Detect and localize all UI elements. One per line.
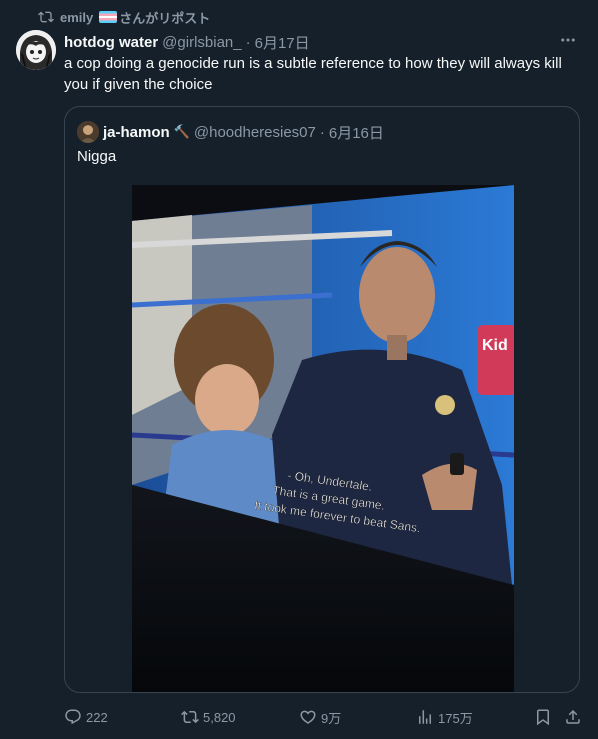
handle[interactable]: @girlsbian_ xyxy=(162,34,241,51)
quote-avatar[interactable] xyxy=(77,121,99,143)
trans-flag-emoji xyxy=(99,11,118,23)
quote-separator: · xyxy=(319,123,325,141)
repost-count: 5,820 xyxy=(203,709,236,725)
reply-button[interactable]: 222 xyxy=(64,705,108,729)
repost-indicator[interactable]: emily さんがリポスト xyxy=(38,9,211,26)
heart-icon xyxy=(300,710,316,724)
more-button[interactable] xyxy=(556,30,580,50)
quote-date[interactable]: 6月16日 xyxy=(329,122,384,143)
like-button[interactable]: 9万 xyxy=(299,705,341,729)
repost-icon xyxy=(181,710,199,724)
quote-header: ja-hamon 🔨 @hoodheresies07 · 6月16日 xyxy=(77,121,384,143)
quote-image[interactable]: Kid - Oh, Undertale. That is a great gam… xyxy=(132,185,514,692)
views-count: 175万 xyxy=(438,710,473,726)
quoted-post[interactable]: ja-hamon 🔨 @hoodheresies07 · 6月16日 Nigga xyxy=(64,106,580,693)
post-date[interactable]: 6月17日 xyxy=(255,32,310,53)
like-count: 9万 xyxy=(321,710,342,726)
action-bar: 222 5,820 9万 175万 xyxy=(64,705,584,729)
display-name[interactable]: hotdog water xyxy=(64,34,158,51)
more-icon xyxy=(561,38,575,42)
post-text: a cop doing a genocide run is a subtle r… xyxy=(64,55,562,93)
views-button[interactable]: 175万 xyxy=(416,705,473,729)
post[interactable]: emily さんがリポスト hotdog water @girlsbian_ ·… xyxy=(0,0,598,739)
repost-button[interactable]: 5,820 xyxy=(181,705,236,729)
quote-display-name[interactable]: ja-hamon xyxy=(103,124,170,141)
share-button[interactable] xyxy=(564,705,582,729)
share-icon xyxy=(566,709,580,724)
reply-count: 222 xyxy=(86,709,108,725)
repost-label: さんがリポスト xyxy=(119,10,211,26)
repost-user[interactable]: emily xyxy=(60,10,93,25)
reply-icon xyxy=(65,709,81,725)
repost-icon xyxy=(38,11,54,23)
bookmark-icon xyxy=(537,709,549,726)
sign-text: Kid xyxy=(482,337,508,354)
quote-handle[interactable]: @hoodheresies07 xyxy=(194,124,316,141)
separator: · xyxy=(245,34,251,51)
avatar[interactable] xyxy=(16,30,56,70)
post-header: hotdog water @girlsbian_ · 6月17日 xyxy=(64,32,310,53)
quote-text: Nigga xyxy=(77,148,117,165)
bookmark-button[interactable] xyxy=(534,705,552,729)
hammer-emoji: 🔨 xyxy=(173,124,190,139)
views-icon xyxy=(419,710,431,724)
